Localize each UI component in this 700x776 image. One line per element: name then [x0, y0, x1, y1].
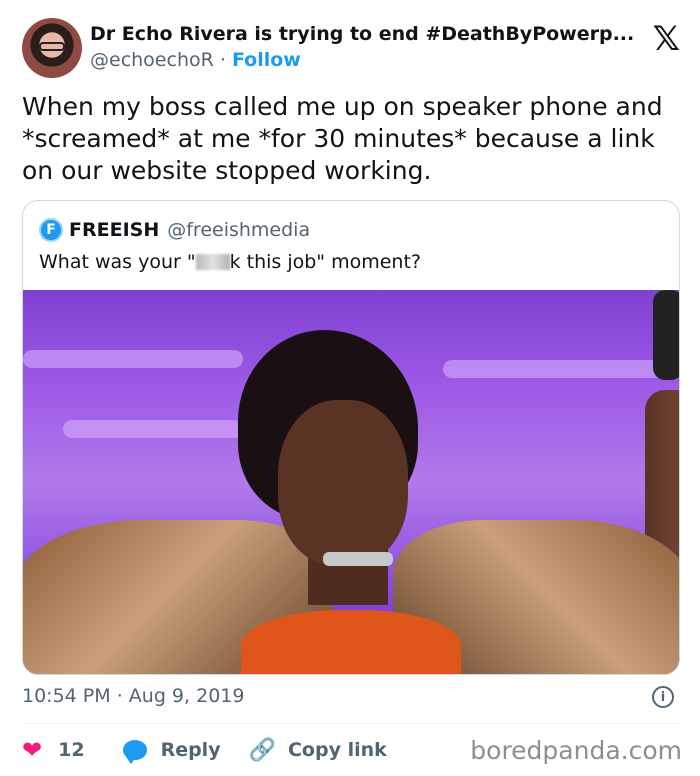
stage-light-streak [63, 420, 243, 438]
microphone [653, 290, 679, 380]
divider [22, 723, 680, 724]
choker-necklace [323, 552, 393, 566]
reply-bubble-icon[interactable] [122, 740, 147, 764]
timestamp-separator: · [116, 685, 123, 707]
stage-light-streak [23, 350, 243, 368]
link-icon[interactable]: 🔗 [249, 738, 276, 763]
quoted-tweet-text: What was your " k this job" moment? [39, 251, 421, 273]
author-handle-row: @echoechoR · Follow [90, 49, 301, 71]
heart-icon[interactable]: ❤ [22, 736, 42, 764]
handle-separator: · [219, 49, 226, 71]
quoted-author-name: FREEISH [69, 219, 160, 241]
author-handle[interactable]: @echoechoR [90, 49, 214, 71]
stage-light-streak [443, 360, 679, 378]
author-name[interactable]: Dr Echo Rivera is trying to end #DeathBy… [90, 23, 638, 45]
like-count[interactable]: 12 [58, 739, 84, 761]
face [278, 400, 408, 565]
censored-word [195, 254, 230, 270]
x-logo-icon[interactable]: 𝕏 [653, 22, 680, 56]
quoted-tweet[interactable]: F FREEISH @freeishmedia What was your " k… [22, 200, 680, 675]
reply-button[interactable]: Reply [161, 739, 221, 761]
quoted-text-end: k this job" moment? [229, 251, 421, 273]
quoted-text-start: What was your " [39, 251, 196, 273]
action-bar: ❤ 12 Reply 🔗 Copy link [22, 736, 387, 764]
tweet-time: 10:54 PM [22, 685, 111, 707]
watermark: boredpanda.com [470, 736, 682, 765]
info-icon[interactable]: i [652, 686, 674, 708]
tweet-timestamp[interactable]: 10:54 PM · Aug 9, 2019 [22, 685, 244, 707]
avatar-glasses [39, 42, 65, 51]
freeish-logo-icon: F [39, 218, 63, 242]
tweet-header: Dr Echo Rivera is trying to end #DeathBy… [22, 16, 682, 80]
follow-button[interactable]: Follow [232, 49, 301, 71]
tweet-text: When my boss called me up on speaker pho… [22, 92, 663, 185]
avatar[interactable] [22, 18, 82, 78]
quoted-tweet-header: F FREEISH @freeishmedia [39, 218, 310, 242]
quoted-author-handle: @freeishmedia [167, 219, 311, 241]
copy-link-button[interactable]: Copy link [288, 739, 387, 761]
orange-top [241, 610, 461, 674]
tweet-date: Aug 9, 2019 [128, 685, 245, 707]
quoted-tweet-photo[interactable] [23, 290, 679, 674]
